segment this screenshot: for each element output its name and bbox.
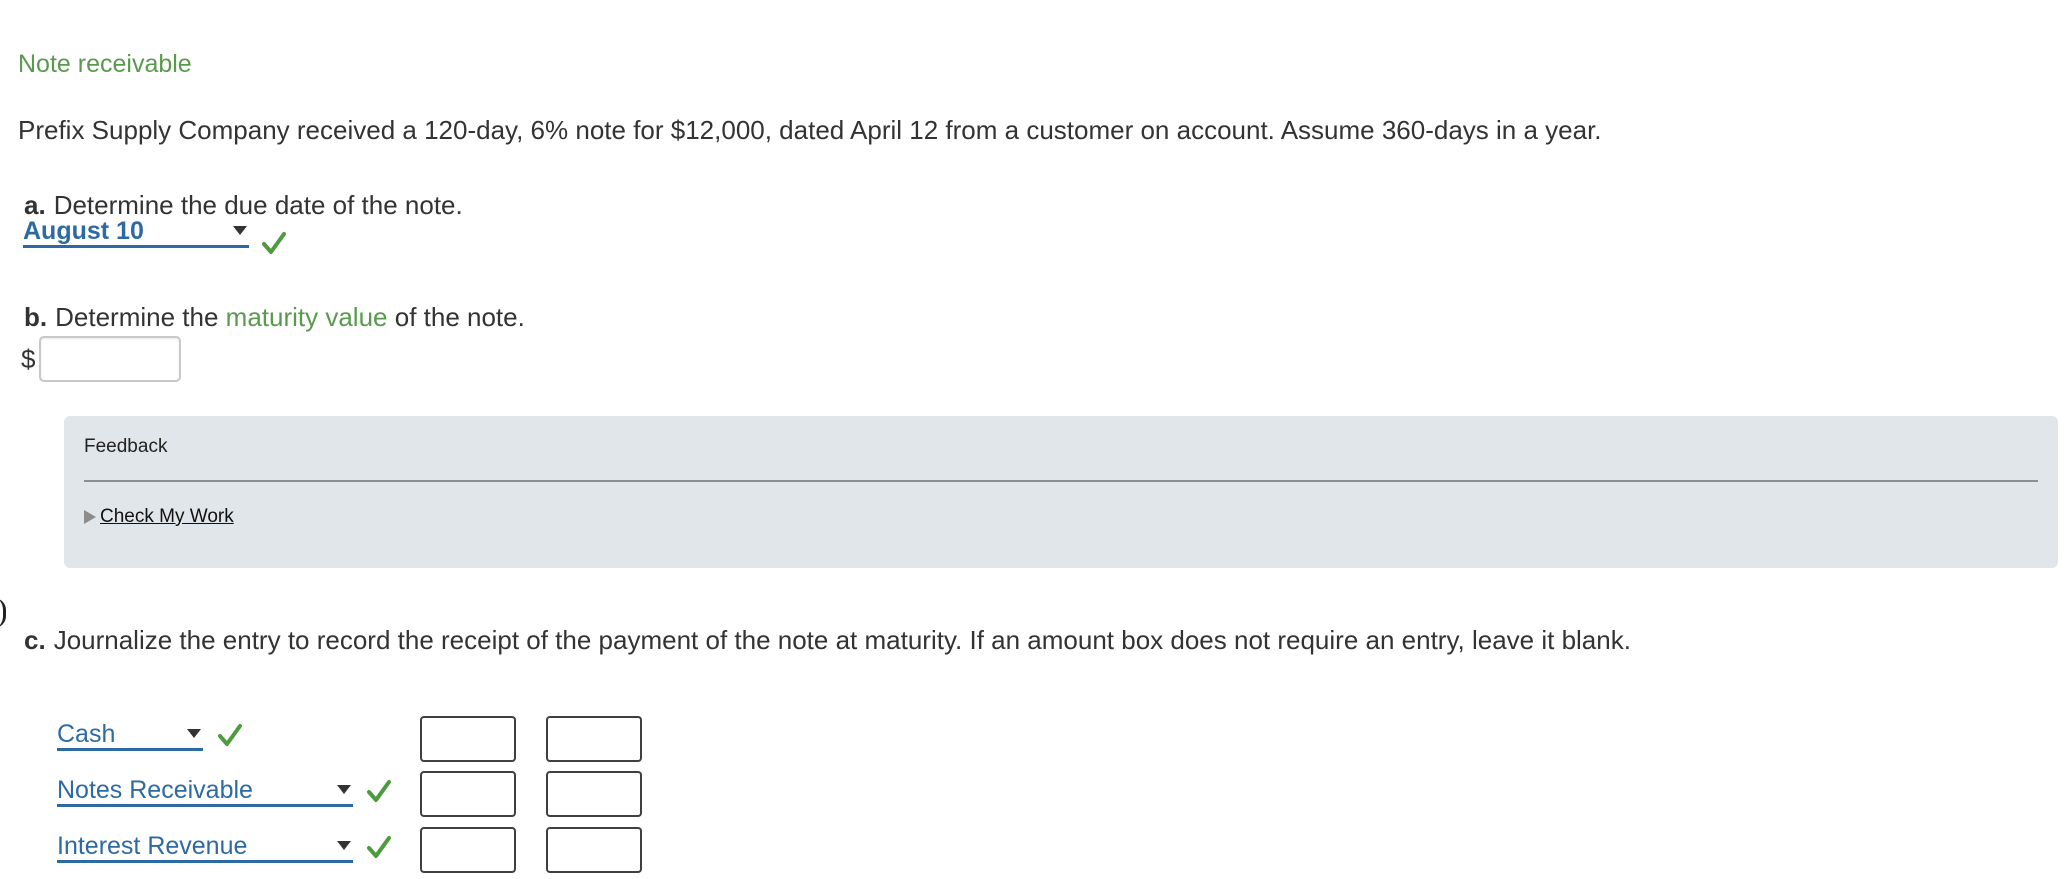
due-date-value: August 10 bbox=[23, 216, 144, 245]
problem-title: Note receivable bbox=[18, 50, 192, 78]
journal-account-dropdown[interactable]: Notes Receivable bbox=[57, 775, 353, 807]
part-c-prompt: c. Journalize the entry to record the rec… bbox=[24, 625, 1631, 656]
check-icon bbox=[367, 780, 391, 802]
journal-account-dropdown[interactable]: Interest Revenue bbox=[57, 831, 353, 863]
check-icon bbox=[262, 232, 286, 254]
part-b-prompt: b. Determine the maturity value of the no… bbox=[24, 302, 525, 333]
chevron-down-icon bbox=[187, 729, 201, 738]
debit-input[interactable] bbox=[420, 827, 516, 873]
check-my-work-label: Check My Work bbox=[100, 506, 234, 527]
journal-account-dropdown[interactable]: Cash bbox=[57, 719, 203, 751]
chevron-down-icon bbox=[337, 841, 351, 850]
part-b-text-before: Determine the bbox=[55, 302, 219, 332]
journal-account-value: Cash bbox=[57, 719, 116, 748]
credit-input[interactable] bbox=[546, 716, 642, 762]
journal-account-value: Notes Receivable bbox=[57, 775, 253, 804]
problem-statement: Prefix Supply Company received a 120-day… bbox=[18, 115, 1602, 145]
debit-input[interactable] bbox=[420, 771, 516, 817]
chevron-down-icon bbox=[233, 226, 247, 235]
credit-input[interactable] bbox=[546, 827, 642, 873]
feedback-panel: Feedback Check My Work bbox=[64, 416, 2058, 568]
due-date-dropdown[interactable]: August 10 bbox=[23, 216, 249, 248]
check-icon bbox=[367, 836, 391, 858]
maturity-value-input[interactable] bbox=[39, 336, 181, 382]
expand-arrow-icon bbox=[84, 510, 96, 524]
check-my-work-link[interactable]: Check My Work bbox=[84, 506, 234, 528]
feedback-title: Feedback bbox=[84, 436, 168, 457]
check-icon bbox=[218, 724, 242, 746]
journal-account-value: Interest Revenue bbox=[57, 831, 248, 860]
part-b-label: b. bbox=[24, 302, 48, 332]
part-c-label: c. bbox=[24, 625, 46, 655]
part-c-text: Journalize the entry to record the recei… bbox=[53, 625, 1631, 655]
debit-input[interactable] bbox=[420, 716, 516, 762]
currency-symbol: $ bbox=[21, 344, 36, 374]
credit-input[interactable] bbox=[546, 771, 642, 817]
maturity-value-term[interactable]: maturity value bbox=[226, 302, 388, 332]
chevron-down-icon bbox=[337, 785, 351, 794]
feedback-divider bbox=[84, 480, 2038, 482]
edge-marker bbox=[0, 598, 6, 628]
part-b-text-after: of the note. bbox=[394, 302, 525, 332]
